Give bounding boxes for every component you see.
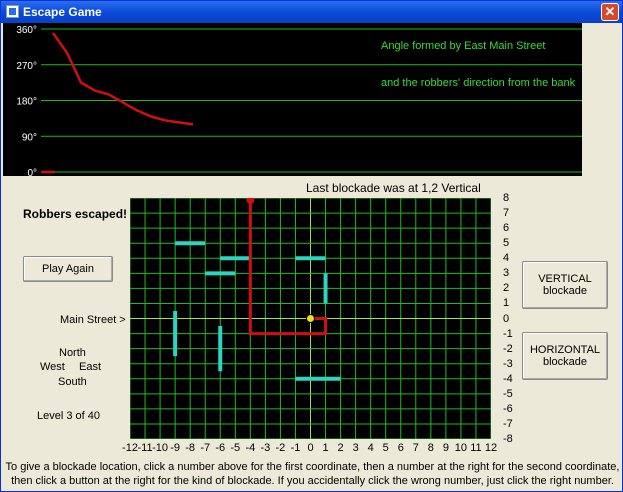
- vertical-blockade-label-1: VERTICAL: [538, 273, 592, 285]
- main-street-label: Main Street >: [60, 314, 126, 326]
- help-line-2: then click a button at the right for the…: [11, 475, 614, 487]
- x-coordinate-number[interactable]: -2: [272, 442, 288, 454]
- game-grid-plot: [129, 196, 492, 440]
- robber-marker: [246, 196, 255, 204]
- y-coordinate-number[interactable]: -3: [503, 358, 519, 370]
- game-window: Escape Game ✕ 360° 270° 180° 90° 0° Angle fo…: [0, 0, 623, 492]
- y-coordinate-number[interactable]: -7: [503, 418, 519, 430]
- y-coordinate-number[interactable]: 1: [503, 297, 519, 309]
- compass-north: North: [59, 347, 86, 359]
- x-coordinate-number[interactable]: 2: [333, 442, 349, 454]
- y-coordinate-number[interactable]: 5: [503, 237, 519, 249]
- title-bar: Escape Game ✕: [1, 1, 622, 23]
- close-button[interactable]: ✕: [601, 3, 619, 21]
- vertical-blockade-button[interactable]: VERTICAL blockade: [522, 261, 608, 309]
- level-indicator: Level 3 of 40: [37, 410, 100, 422]
- y-coordinate-number[interactable]: -5: [503, 388, 519, 400]
- angle-tick-label: 0°: [27, 168, 37, 176]
- vertical-blockade-label-2: blockade: [542, 285, 588, 297]
- x-coordinate-number[interactable]: -1: [287, 442, 303, 454]
- angle-tick-label: 180°: [16, 97, 37, 108]
- compass-south: South: [58, 376, 87, 388]
- help-text: To give a blockade location, click a num…: [1, 460, 623, 488]
- compass-east: East: [79, 361, 102, 373]
- angle-series-line: [51, 32, 194, 126]
- x-coordinate-number[interactable]: -12: [122, 442, 138, 454]
- app-icon: [6, 5, 19, 18]
- x-coordinate-number[interactable]: 4: [363, 442, 379, 454]
- angle-chart: 360° 270° 180° 90° 0° Angle formed by East M…: [3, 23, 582, 179]
- compass-west: West: [40, 361, 65, 373]
- y-coordinate-number[interactable]: 7: [503, 207, 519, 219]
- x-coordinate-number[interactable]: -10: [152, 442, 168, 454]
- y-coordinate-number[interactable]: 4: [503, 252, 519, 264]
- y-coordinate-number[interactable]: 8: [503, 192, 519, 204]
- x-coordinate-number[interactable]: -3: [257, 442, 273, 454]
- game-grid: [129, 196, 492, 440]
- y-coordinate-number[interactable]: -6: [503, 403, 519, 415]
- window-title: Escape Game: [23, 5, 102, 19]
- angle-annotation-line2: and the robbers' direction from the bank: [381, 77, 576, 89]
- x-coordinate-number[interactable]: 9: [438, 442, 454, 454]
- y-coordinate-number[interactable]: -2: [503, 343, 519, 355]
- x-coordinate-number[interactable]: 7: [408, 442, 424, 454]
- x-coordinate-number[interactable]: 8: [423, 442, 439, 454]
- x-coordinate-number[interactable]: -11: [137, 442, 153, 454]
- x-coordinate-number[interactable]: -4: [242, 442, 258, 454]
- x-coordinate-number[interactable]: -9: [167, 442, 183, 454]
- y-coordinate-number[interactable]: 2: [503, 282, 519, 294]
- angle-tick-label: 90°: [22, 132, 37, 143]
- x-coordinate-number[interactable]: 6: [393, 442, 409, 454]
- y-coordinate-number[interactable]: -4: [503, 373, 519, 385]
- x-coordinate-number[interactable]: -8: [182, 442, 198, 454]
- game-status: Robbers escaped!: [23, 207, 128, 221]
- x-coordinate-number[interactable]: 0: [303, 442, 319, 454]
- y-coordinate-number[interactable]: 0: [503, 313, 519, 325]
- horizontal-blockade-button[interactable]: HORIZONTAL blockade: [522, 332, 608, 380]
- y-coordinate-number[interactable]: 3: [503, 267, 519, 279]
- angle-tick-label: 360°: [16, 25, 37, 36]
- x-coordinate-number[interactable]: 12: [483, 442, 499, 454]
- x-coordinate-number[interactable]: 5: [378, 442, 394, 454]
- x-coordinate-number[interactable]: 10: [453, 442, 469, 454]
- last-blockade-text: Last blockade was at 1,2 Vertical: [306, 181, 481, 195]
- x-coordinate-number[interactable]: -5: [227, 442, 243, 454]
- horizontal-blockade-label-1: HORIZONTAL: [529, 344, 601, 356]
- x-coordinate-number[interactable]: 1: [318, 442, 334, 454]
- y-coordinate-number[interactable]: -8: [503, 433, 519, 445]
- y-coordinate-number[interactable]: 6: [503, 222, 519, 234]
- bank-marker: [306, 314, 315, 323]
- y-coordinate-number[interactable]: -1: [503, 328, 519, 340]
- x-coordinate-number[interactable]: -6: [212, 442, 228, 454]
- x-coordinate-number[interactable]: 11: [468, 442, 484, 454]
- x-coordinate-number[interactable]: -7: [197, 442, 213, 454]
- angle-annotation-line1: Angle formed by East Main Street: [381, 40, 546, 52]
- angle-tick-label: 270°: [16, 61, 37, 72]
- help-line-1: To give a blockade location, click a num…: [5, 461, 620, 473]
- horizontal-blockade-label-2: blockade: [542, 356, 588, 368]
- robber-path: [248, 198, 328, 336]
- x-coordinate-number[interactable]: 3: [348, 442, 364, 454]
- play-again-button[interactable]: Play Again: [23, 256, 113, 282]
